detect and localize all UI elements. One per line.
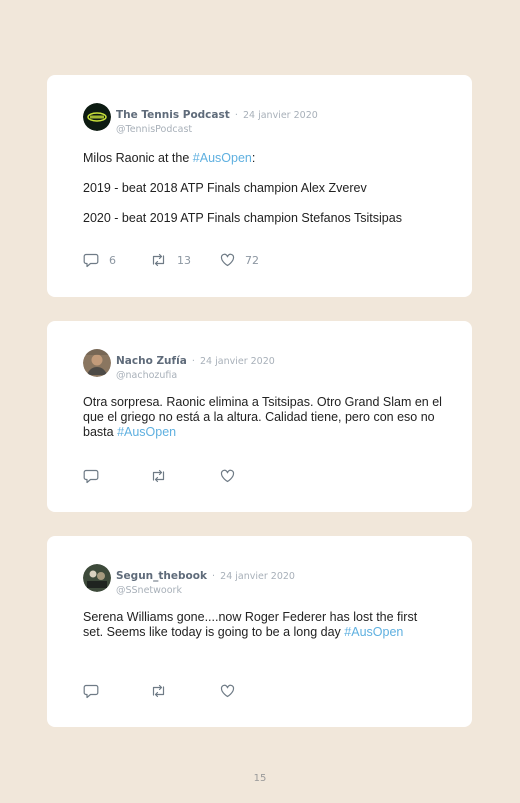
tweet-line: Milos Raonic at the #AusOpen: xyxy=(83,151,443,166)
tweet-card-2: Nacho Zufía · 24 janvier 2020 @nachozufi… xyxy=(47,321,472,512)
avatar[interactable] xyxy=(83,349,111,377)
separator: · xyxy=(191,356,195,367)
page-number: 15 xyxy=(253,773,267,784)
like-icon xyxy=(220,684,235,698)
separator: · xyxy=(234,110,238,121)
like-button[interactable] xyxy=(220,683,235,699)
tweet-text: Otra sorpresa. Raonic elimina a Tsitsipa… xyxy=(83,395,443,440)
tweet-line: 2020 - beat 2019 ATP Finals champion Ste… xyxy=(83,211,443,226)
tweet-date[interactable]: 24 janvier 2020 xyxy=(220,571,295,582)
like-button[interactable] xyxy=(220,468,235,484)
retweet-icon xyxy=(152,469,165,483)
reply-button[interactable] xyxy=(83,683,99,699)
like-icon xyxy=(220,469,235,483)
reply-button[interactable] xyxy=(83,468,99,484)
hashtag-link[interactable]: #AusOpen xyxy=(193,151,252,165)
tweet-text: Milos Raonic at the #AusOpen: 2019 - bea… xyxy=(83,151,443,226)
reply-button[interactable]: 6 xyxy=(83,252,116,268)
tweet-date[interactable]: 24 janvier 2020 xyxy=(243,110,318,121)
text-segment: : xyxy=(251,151,256,165)
reply-count: 6 xyxy=(109,253,116,267)
author-handle[interactable]: @TennisPodcast xyxy=(116,124,318,135)
tweet-line: Serena Williams gone....now Roger Federe… xyxy=(83,610,423,640)
retweet-icon xyxy=(152,253,165,267)
author-handle[interactable]: @SSnetwoork xyxy=(116,585,295,596)
retweet-icon xyxy=(152,684,165,698)
tweet-actions: 6 13 72 xyxy=(83,252,283,268)
reply-icon xyxy=(83,469,99,483)
text-segment: Milos Raonic at the xyxy=(83,151,193,165)
text-segment: 2020 - beat 2019 ATP Finals champion Ste… xyxy=(83,211,402,225)
separator: · xyxy=(212,571,216,582)
avatar[interactable] xyxy=(83,564,111,592)
tweet-line: 2019 - beat 2018 ATP Finals champion Ale… xyxy=(83,181,443,196)
retweet-button[interactable] xyxy=(150,468,167,484)
reply-icon xyxy=(83,253,99,267)
tweet-line: Otra sorpresa. Raonic elimina a Tsitsipa… xyxy=(83,395,443,440)
avatar[interactable] xyxy=(83,103,111,131)
tweet-card-1: The Tennis Podcast · 24 janvier 2020 @Te… xyxy=(47,75,472,297)
tweet-actions xyxy=(83,683,283,699)
tweet-card-3: Segun_thebook · 24 janvier 2020 @SSnetwo… xyxy=(47,536,472,727)
hashtag-link[interactable]: #AusOpen xyxy=(344,625,403,639)
hashtag-link[interactable]: #AusOpen xyxy=(117,425,176,439)
author-name[interactable]: Segun_thebook xyxy=(116,570,207,582)
author-name[interactable]: Nacho Zufía xyxy=(116,355,187,367)
author-handle[interactable]: @nachozufia xyxy=(116,370,275,381)
tweet-actions xyxy=(83,468,283,484)
like-icon xyxy=(220,253,235,267)
like-button[interactable]: 72 xyxy=(220,252,259,268)
reply-icon xyxy=(83,684,99,698)
author-name[interactable]: The Tennis Podcast xyxy=(116,109,230,121)
retweet-button[interactable]: 13 xyxy=(150,252,191,268)
like-count: 72 xyxy=(245,253,259,267)
retweet-count: 13 xyxy=(177,253,191,267)
text-segment: 2019 - beat 2018 ATP Finals champion Ale… xyxy=(83,181,367,195)
tweet-text: Serena Williams gone....now Roger Federe… xyxy=(83,610,423,640)
retweet-button[interactable] xyxy=(150,683,167,699)
tweet-date[interactable]: 24 janvier 2020 xyxy=(200,356,275,367)
